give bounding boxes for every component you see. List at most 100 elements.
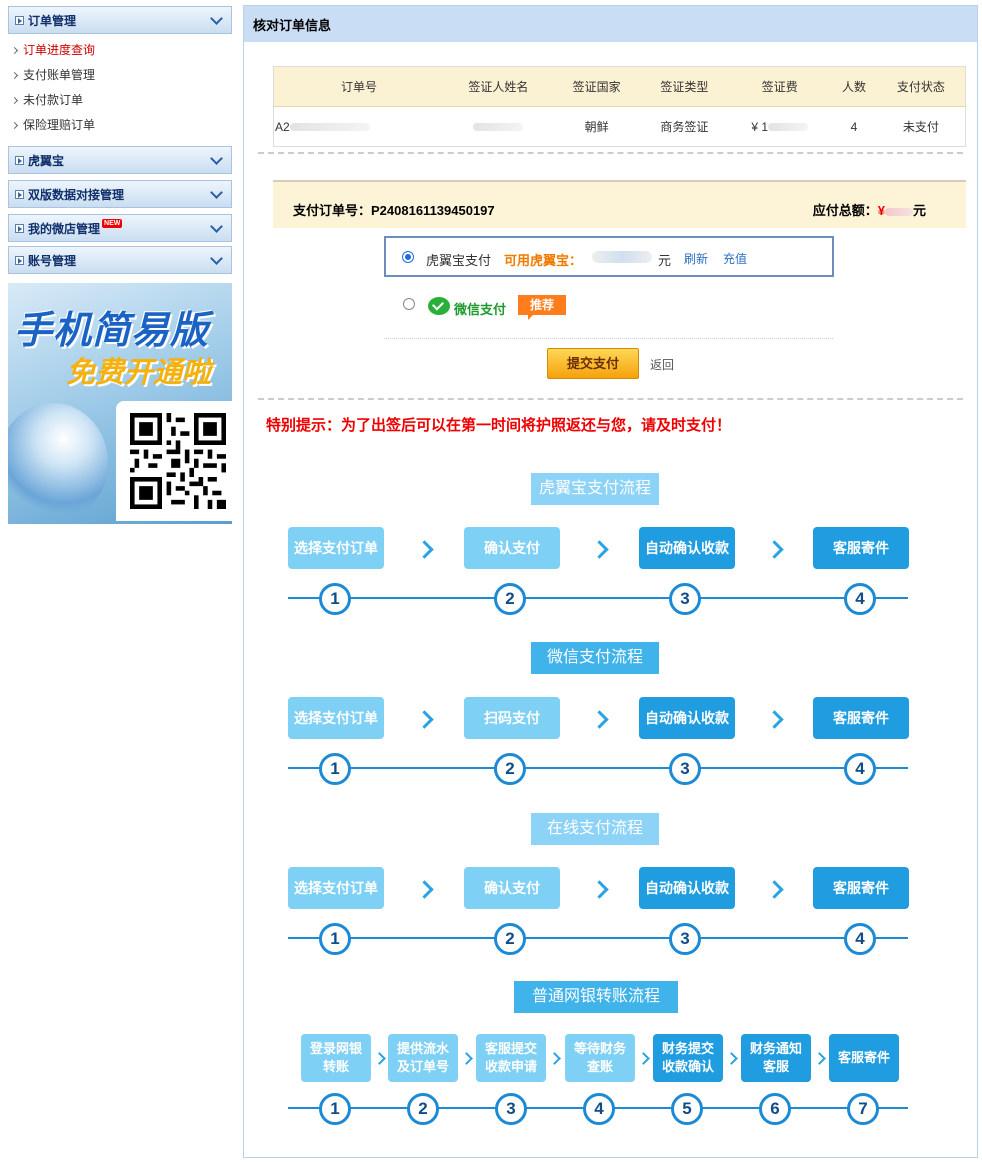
order-submenu: 订单进度查询 支付账单管理 未付款订单 保险理赔订单 [8, 38, 232, 138]
wechat-pay-label[interactable]: 微信支付 [454, 299, 506, 318]
flow-step: 确认支付 [464, 867, 560, 909]
menu-label: 账号管理 [28, 253, 77, 268]
promo-title: 手机简易版 [14, 310, 210, 352]
divider [384, 338, 833, 339]
new-badge: NEW [102, 218, 123, 228]
divider [258, 152, 963, 154]
recommend-badge: 推荐 [518, 295, 566, 320]
sidebar-item-order-progress[interactable]: 订单进度查询 [8, 38, 232, 63]
menu-micro-store[interactable]: 我的微店管理 NEW [8, 214, 232, 242]
flow-step: 确认支付 [464, 527, 560, 569]
menu-label: 虎翼宝 [28, 153, 65, 168]
chevron-right-icon [415, 880, 434, 899]
chevron-right-icon [725, 1052, 738, 1065]
sidebar-item-label: 未付款订单 [23, 93, 84, 107]
step-number: 4 [844, 923, 876, 955]
expand-icon [15, 223, 24, 233]
arrow-icon [10, 47, 19, 55]
timeline [288, 937, 908, 939]
sidebar-item-unpaid-orders[interactable]: 未付款订单 [8, 88, 232, 113]
step-number: 2 [494, 583, 526, 615]
menu-huyibao[interactable]: 虎翼宝 [8, 146, 232, 174]
sidebar-item-insurance-claims[interactable]: 保险理赔订单 [8, 113, 232, 138]
divider [258, 398, 963, 400]
submit-payment-button[interactable]: 提交支付 [547, 348, 639, 379]
huyibao-balance [592, 251, 652, 263]
chevron-right-icon [637, 1052, 650, 1065]
flow-step: 选择支付订单 [288, 867, 384, 909]
menu-label: 我的微店管理 [28, 221, 101, 236]
wechat-icon [428, 297, 450, 315]
flow-step: 扫码支付 [464, 697, 560, 739]
chevron-down-icon [210, 152, 223, 165]
mobile-promo-banner[interactable]: 手机简易版 免费开通啦 [8, 283, 232, 524]
flow-step: 等待财务 查账 [565, 1034, 635, 1082]
expand-icon [15, 155, 24, 165]
menu-order-management[interactable]: 订单管理 [8, 6, 232, 34]
cell-count: 4 [850, 119, 858, 134]
step-number: 7 [847, 1093, 879, 1125]
flow-title-online: 在线支付流程 [531, 813, 659, 845]
table-row: A2 朝鲜 商务签证 ¥ 1 4 未支付 [274, 107, 966, 147]
timeline [288, 767, 908, 769]
step-number: 1 [319, 923, 351, 955]
chevron-right-icon [460, 1052, 473, 1065]
chevron-right-icon [765, 710, 784, 729]
special-tip: 特别提示：为了出签后可以在第一时间将护照返还与您，请及时支付！ [266, 417, 732, 434]
chevron-down-icon [210, 186, 223, 199]
col-applicant-name: 签证人姓名 [443, 66, 553, 107]
chevron-right-icon [813, 1052, 826, 1065]
expand-icon [15, 15, 24, 25]
step-number: 3 [669, 753, 701, 785]
back-link[interactable]: 返回 [650, 356, 674, 373]
radio-huyibao[interactable] [402, 251, 414, 263]
huyibao-payment-option[interactable]: 虎翼宝支付 可用虎翼宝： 元 刷新 充值 [384, 236, 834, 277]
chevron-down-icon [210, 12, 223, 25]
chevron-right-icon [590, 710, 609, 729]
promo-subtitle: 免费开通啦 [66, 357, 212, 389]
refresh-link[interactable]: 刷新 [684, 250, 708, 267]
step-number: 4 [844, 753, 876, 785]
order-table: 订单号 签证人姓名 签证国家 签证类型 签证费 人数 支付状态 A2 朝鲜 商务… [273, 66, 966, 147]
step-number: 1 [319, 583, 351, 615]
menu-account[interactable]: 账号管理 [8, 246, 232, 274]
arrow-icon [10, 97, 19, 105]
step-number: 6 [759, 1093, 791, 1125]
sidebar-item-label: 保险理赔订单 [23, 118, 96, 132]
flow-step: 客服寄件 [813, 697, 909, 739]
step-number: 4 [844, 583, 876, 615]
sidebar-item-payment-bills[interactable]: 支付账单管理 [8, 63, 232, 88]
flow-step: 选择支付订单 [288, 527, 384, 569]
timeline [288, 597, 908, 599]
col-status: 支付状态 [876, 66, 966, 107]
radio-wechat[interactable] [403, 298, 415, 310]
qr-code-panel [116, 401, 232, 521]
cell-visa-type: 商务签证 [660, 120, 709, 134]
flow-step: 财务通知 客服 [741, 1034, 811, 1082]
flow-step: 提供流水 及订单号 [388, 1034, 458, 1082]
flow-step: 自动确认收款 [639, 697, 735, 739]
sidebar-item-label: 支付账单管理 [23, 68, 96, 82]
flow-step: 财务提交 收款确认 [653, 1034, 723, 1082]
flow-step: 自动确认收款 [639, 867, 735, 909]
step-number: 1 [319, 1093, 351, 1125]
step-number: 3 [669, 923, 701, 955]
step-number: 4 [583, 1093, 615, 1125]
chevron-right-icon [765, 880, 784, 899]
balance-unit: 元 [658, 253, 672, 268]
page-title: 核对订单信息 [244, 6, 977, 42]
qr-code-icon [130, 413, 226, 509]
chevron-down-icon [210, 220, 223, 233]
cell-applicant-name [444, 107, 553, 147]
menu-data-integration[interactable]: 双版数据对接管理 [8, 180, 232, 208]
cell-visa-fee: ¥ 1 [728, 107, 831, 147]
step-number: 2 [494, 923, 526, 955]
flow-title-bank-transfer: 普通网银转账流程 [514, 981, 678, 1013]
recharge-link[interactable]: 充值 [723, 250, 747, 267]
flow-step: 客服寄件 [829, 1034, 899, 1082]
arrow-icon [10, 72, 19, 80]
arrow-icon [10, 122, 19, 130]
step-number: 5 [671, 1093, 703, 1125]
step-number: 1 [319, 753, 351, 785]
flow-step: 自动确认收款 [639, 527, 735, 569]
